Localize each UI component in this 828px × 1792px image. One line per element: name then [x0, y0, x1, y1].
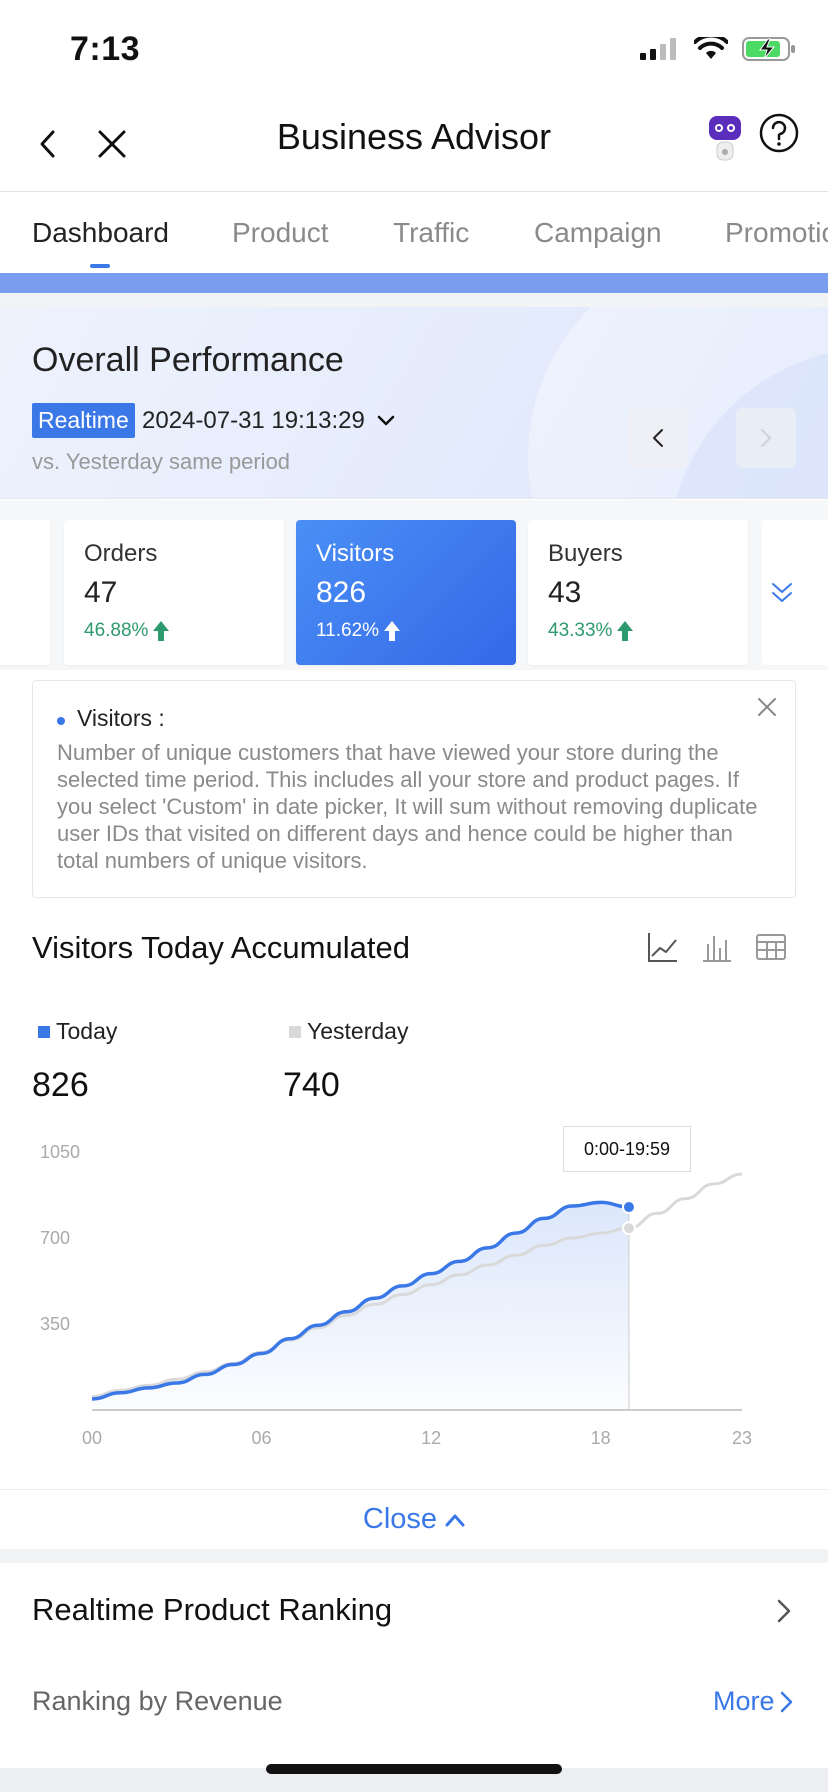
legend-swatch: [289, 1025, 301, 1038]
chevron-up-icon: [445, 1514, 465, 1526]
metric-value: 43: [548, 576, 582, 609]
x-tick-label: 00: [82, 1428, 102, 1448]
x-tick-label: 12: [421, 1428, 441, 1448]
assistant-mascot-icon[interactable]: [705, 112, 745, 172]
metric-explanation-box: Visitors : Number of unique customers th…: [32, 680, 796, 898]
metric-change-text: 11.62%: [316, 620, 380, 641]
section-divider: [0, 293, 828, 307]
nav-bar: Business Advisor: [0, 92, 828, 192]
next-period-button[interactable]: [736, 408, 796, 468]
chart-tooltip: 0:00-19:59: [563, 1126, 691, 1172]
double-chevron-down-icon: [772, 582, 792, 602]
metric-card-visitors[interactable]: Visitors 826 11.62%: [296, 520, 516, 665]
today-total: 826: [32, 1066, 89, 1104]
explanation-title: Visitors :: [77, 705, 165, 731]
line-chart-icon[interactable]: [646, 930, 680, 964]
comparison-text: vs. Yesterday same period: [32, 449, 291, 474]
legend-yesterday: Yesterday: [289, 1018, 408, 1045]
tab-product[interactable]: Product: [232, 217, 329, 249]
chevron-right-icon: [761, 429, 771, 447]
page-title: Business Advisor: [276, 116, 552, 157]
metric-change: 46.88%: [84, 620, 170, 642]
metric-card-buyers[interactable]: Buyers 43 43.33%: [528, 520, 748, 665]
metric-value: 826: [316, 576, 367, 609]
ranking-subtitle: Ranking by Revenue: [32, 1686, 283, 1716]
status-icons: [640, 36, 798, 62]
chevron-right-icon: [780, 1691, 792, 1712]
tab-promotion[interactable]: Promotio: [725, 217, 828, 249]
x-tick-label: 23: [732, 1428, 752, 1448]
yesterday-point: [621, 1221, 636, 1236]
chevron-right-icon[interactable]: [772, 1596, 796, 1626]
chevron-left-icon: [653, 429, 663, 447]
tab-campaign[interactable]: Campaign: [534, 217, 662, 249]
metric-label: Orders: [84, 540, 158, 567]
status-time: 7:13: [70, 30, 141, 68]
metric-label: Visitors: [316, 540, 395, 567]
x-tick-label: 18: [591, 1428, 611, 1448]
metric-change: 43.33%: [548, 620, 634, 642]
help-icon[interactable]: [758, 112, 800, 154]
y-tick-label: 700: [40, 1228, 70, 1248]
metric-change-text: 43.33%: [548, 620, 613, 641]
chart-title: Visitors Today Accumulated: [32, 930, 410, 965]
metric-change: 11.62%: [316, 620, 401, 642]
performance-title: Overall Performance: [32, 341, 344, 379]
collapse-chart-button[interactable]: Close: [0, 1489, 828, 1549]
banner-strip: [0, 273, 828, 293]
previous-period-button[interactable]: [628, 408, 688, 468]
table-view-icon[interactable]: [754, 930, 788, 964]
arrow-up-icon: [384, 621, 401, 641]
legend-label: Yesterday: [307, 1018, 409, 1044]
more-link[interactable]: More: [713, 1686, 795, 1717]
visitors-line-chart[interactable]: 350 700 1050 00 06 12 18 23: [0, 1120, 828, 1450]
ranking-title[interactable]: Realtime Product Ranking: [32, 1592, 392, 1628]
tab-dashboard[interactable]: Dashboard: [32, 217, 169, 249]
legend-label: Today: [56, 1018, 118, 1044]
explanation-body: Number of unique customers that have vie…: [57, 740, 758, 873]
wifi-icon: [694, 37, 728, 59]
status-bar: 7:13: [0, 0, 828, 92]
date-picker-value[interactable]: 2024-07-31 19:13:29: [142, 407, 365, 435]
close-explanation-button[interactable]: [753, 693, 781, 721]
arrow-up-icon: [153, 621, 170, 641]
y-tick-label: 1050: [40, 1142, 80, 1162]
battery-charging-icon: [742, 37, 795, 61]
metric-card-orders[interactable]: Orders 47 46.88%: [64, 520, 284, 665]
overall-performance-panel: Overall Performance Realtime 2024-07-31 …: [0, 307, 828, 499]
yesterday-total: 740: [283, 1066, 340, 1104]
metric-cards: Orders 47 46.88% Visitors 826 11.62% Buy…: [0, 500, 828, 670]
bar-chart-icon[interactable]: [700, 930, 734, 964]
today-point: [621, 1200, 636, 1215]
metric-card-partial[interactable]: [0, 520, 50, 665]
close-icon: [758, 698, 776, 716]
metric-value: 47: [84, 576, 118, 609]
bullet-dot: [57, 717, 65, 725]
tab-traffic[interactable]: Traffic: [393, 217, 469, 249]
close-label: Close: [362, 1503, 438, 1535]
legend-swatch: [38, 1025, 50, 1038]
active-tab-indicator: [90, 264, 110, 268]
chevron-down-icon[interactable]: [376, 411, 396, 431]
y-tick-label: 350: [40, 1314, 70, 1334]
home-indicator: [266, 1764, 562, 1774]
metric-label: Buyers: [548, 540, 623, 567]
section-divider: [0, 1549, 828, 1563]
tab-bar: Dashboard Product Traffic Campaign Promo…: [0, 193, 828, 273]
arrow-up-icon: [617, 621, 634, 641]
legend-today: Today: [38, 1018, 117, 1045]
x-tick-label: 06: [252, 1428, 272, 1448]
expand-metrics-button[interactable]: [762, 520, 828, 665]
more-label: More: [713, 1686, 775, 1716]
cellular-signal-icon: [640, 38, 676, 60]
metric-change-text: 46.88%: [84, 620, 149, 641]
realtime-badge: Realtime: [32, 403, 135, 438]
